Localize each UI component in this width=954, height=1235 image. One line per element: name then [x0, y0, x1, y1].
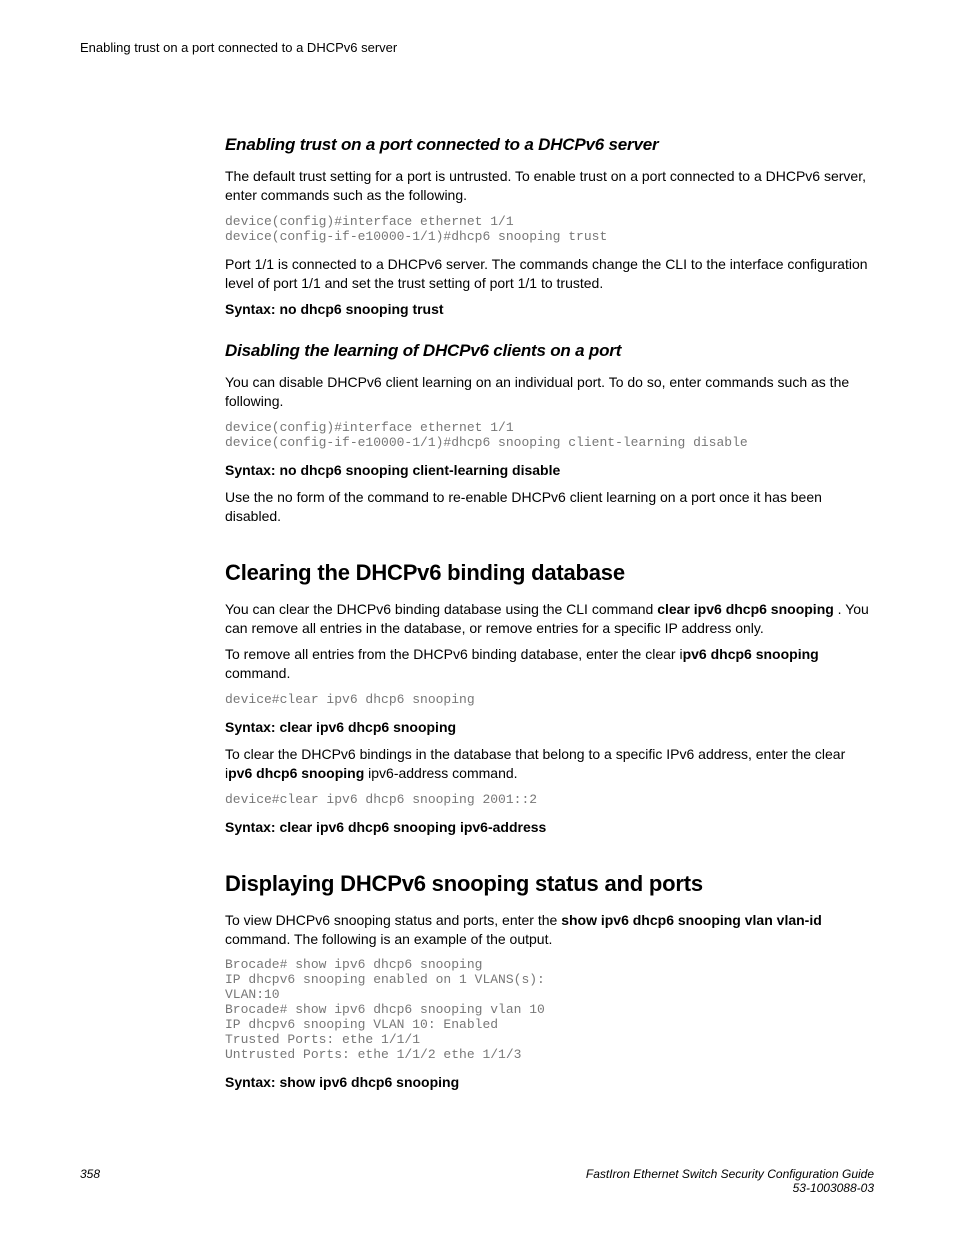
- text: You can clear the DHCPv6 binding databas…: [225, 601, 657, 617]
- code-block: Brocade# show ipv6 dhcp6 snooping IP dhc…: [225, 958, 874, 1063]
- heading-clearing-database: Clearing the DHCPv6 binding database: [225, 560, 874, 586]
- page: Enabling trust on a port connected to a …: [0, 0, 954, 1235]
- paragraph: To clear the DHCPv6 bindings in the data…: [225, 745, 874, 783]
- command-text: show ipv6 dhcp6 snooping vlan vlan-id: [561, 912, 822, 928]
- syntax-line: Syntax: clear ipv6 dhcp6 snooping ipv6-a…: [225, 818, 874, 837]
- paragraph: The default trust setting for a port is …: [225, 167, 874, 205]
- content-area: Enabling trust on a port connected to a …: [225, 135, 874, 1092]
- syntax-line: Syntax: no dhcp6 snooping client-learnin…: [225, 461, 874, 480]
- paragraph: Port 1/1 is connected to a DHCPv6 server…: [225, 255, 874, 293]
- code-block: device(config)#interface ethernet 1/1 de…: [225, 421, 874, 451]
- command-text: pv6 dhcp6 snooping: [228, 765, 364, 781]
- syntax-line: Syntax: show ipv6 dhcp6 snooping: [225, 1073, 874, 1092]
- text: To view DHCPv6 snooping status and ports…: [225, 912, 561, 928]
- paragraph: To remove all entries from the DHCPv6 bi…: [225, 645, 874, 683]
- syntax-line: Syntax: no dhcp6 snooping trust: [225, 300, 874, 319]
- command-text: pv6 dhcp6 snooping: [683, 646, 819, 662]
- running-header: Enabling trust on a port connected to a …: [80, 40, 874, 55]
- text: command.: [225, 665, 290, 681]
- command-text: clear ipv6 dhcp6 snooping: [657, 601, 834, 617]
- text: command. The following is an example of …: [225, 931, 552, 947]
- page-number: 358: [80, 1167, 100, 1181]
- heading-enabling-trust: Enabling trust on a port connected to a …: [225, 135, 874, 155]
- syntax-line: Syntax: clear ipv6 dhcp6 snooping: [225, 718, 874, 737]
- code-block: device#clear ipv6 dhcp6 snooping: [225, 693, 874, 708]
- text: ipv6-address command.: [364, 765, 517, 781]
- footer-title: FastIron Ethernet Switch Security Config…: [586, 1167, 874, 1181]
- code-block: device(config)#interface ethernet 1/1 de…: [225, 215, 874, 245]
- code-block: device#clear ipv6 dhcp6 snooping 2001::2: [225, 793, 874, 808]
- paragraph: To view DHCPv6 snooping status and ports…: [225, 911, 874, 949]
- page-footer: 358 FastIron Ethernet Switch Security Co…: [80, 1167, 874, 1195]
- footer-right: FastIron Ethernet Switch Security Config…: [586, 1167, 874, 1195]
- heading-displaying-status: Displaying DHCPv6 snooping status and po…: [225, 871, 874, 897]
- paragraph: You can disable DHCPv6 client learning o…: [225, 373, 874, 411]
- text: To remove all entries from the DHCPv6 bi…: [225, 646, 683, 662]
- footer-docid: 53-1003088-03: [586, 1181, 874, 1195]
- paragraph: Use the no form of the command to re-ena…: [225, 488, 874, 526]
- paragraph: You can clear the DHCPv6 binding databas…: [225, 600, 874, 638]
- heading-disabling-learning: Disabling the learning of DHCPv6 clients…: [225, 341, 874, 361]
